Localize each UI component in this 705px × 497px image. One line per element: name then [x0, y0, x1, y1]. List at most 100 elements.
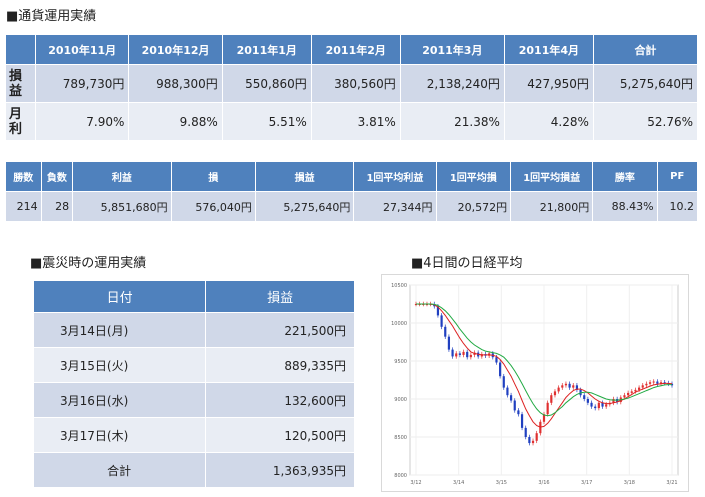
table-cell: 27,344円	[353, 191, 437, 222]
section-title-nikkei: ■4日間の日経平均	[411, 256, 523, 271]
value-cell: 132,600円	[205, 382, 355, 418]
column-header: 勝率	[592, 161, 658, 192]
x-tick-label: 3/17	[581, 480, 592, 486]
table-row: 214 28 5,851,680円 576,040円 5,275,640円 27…	[5, 191, 699, 222]
y-tick-label: 8000	[394, 473, 407, 479]
date-cell: 3月14日(月)	[32, 312, 207, 348]
total-label: 合計	[32, 452, 207, 488]
candle-body	[583, 395, 586, 399]
candle-body	[440, 315, 443, 327]
table-cell: 789,730円	[34, 64, 130, 103]
candle-body	[469, 354, 472, 358]
column-header: 2011年4月	[503, 34, 594, 65]
column-header: 2011年1月	[221, 34, 312, 65]
table-cell: 7.90%	[34, 102, 130, 141]
candle-body	[550, 395, 553, 403]
y-tick-label: 10500	[391, 283, 407, 289]
candle-body	[502, 376, 505, 388]
x-tick-label: 3/15	[496, 480, 507, 486]
date-cell: 3月17日(木)	[32, 417, 207, 453]
candle-body	[553, 391, 557, 396]
table-cell: 380,560円	[310, 64, 401, 103]
table-row: 3月16日(水) 132,600円	[32, 382, 355, 418]
table-cell: 214	[5, 191, 42, 222]
candle-body	[656, 381, 659, 384]
trade-summary-table: 勝数 負数 利益 損 損益 1回平均利益 1回平均損 1回平均損益 勝率 PF …	[5, 161, 699, 222]
candle-body	[499, 362, 502, 377]
x-tick-label: 3/18	[624, 480, 635, 486]
candle-body	[605, 404, 608, 407]
total-row: 合計 1,363,935円	[32, 452, 355, 488]
table-header-row: 勝数 負数 利益 損 損益 1回平均利益 1回平均損 1回平均損益 勝率 PF	[5, 161, 699, 192]
monthly-results-table: 2010年11月 2010年12月 2011年1月 2011年2月 2011年3…	[5, 34, 699, 141]
x-tick-label: 3/14	[453, 480, 464, 486]
candle-body	[648, 382, 652, 384]
column-header: 利益	[72, 161, 172, 192]
table-row: 3月14日(月) 221,500円	[32, 312, 355, 348]
candle-body	[451, 349, 454, 357]
nikkei-chart-svg: 10500 10000 9500 9000 8500 80003/12 3/14 3/15 3/…	[391, 283, 679, 486]
table-cell: 21,800円	[510, 191, 594, 222]
candle-body	[652, 381, 655, 383]
table-row: 3月17日(木) 120,500円	[32, 417, 355, 453]
candle-body	[634, 389, 637, 392]
y-tick-label: 9000	[394, 397, 407, 403]
column-header: 負数	[40, 161, 74, 192]
row-header: 月利	[5, 102, 36, 141]
column-header: 1回平均損	[435, 161, 512, 192]
candle-body	[568, 383, 571, 388]
candle-body	[557, 387, 560, 392]
candle-body	[524, 427, 527, 437]
x-tick-label: 3/16	[538, 480, 549, 486]
candle-body	[546, 402, 549, 415]
x-tick-label: 3/21	[666, 480, 677, 486]
table-cell: 4.28%	[503, 102, 594, 141]
x-tick-label: 3/12	[410, 480, 421, 486]
value-cell: 221,500円	[205, 312, 355, 348]
candle-body	[637, 387, 641, 390]
table-cell: 427,950円	[503, 64, 594, 103]
candle-body	[594, 406, 597, 409]
table-cell: 88.43%	[592, 191, 658, 222]
candle-body	[513, 400, 516, 411]
table-cell: 5,275,640円	[254, 191, 355, 222]
daily-results-table: 日付 損益 3月14日(月) 221,500円 3月15日(火) 889,335…	[32, 280, 355, 488]
corner-cell	[5, 34, 36, 65]
column-header: 合計	[592, 34, 699, 65]
table-cell: 28	[40, 191, 74, 222]
row-header: 損益	[5, 64, 36, 103]
candle-body	[506, 387, 509, 396]
table-cell: 550,860円	[221, 64, 312, 103]
table-header-row: 日付 損益	[32, 280, 355, 313]
y-tick-label: 8500	[394, 435, 407, 441]
candle-body	[531, 440, 535, 444]
candle-body	[572, 385, 575, 388]
column-header: 損益	[254, 161, 355, 192]
value-cell: 889,335円	[205, 347, 355, 383]
section-title-fx: ■通貨運用実績	[6, 9, 97, 24]
candle-body	[462, 351, 465, 355]
candle-body	[627, 392, 630, 396]
candle-body	[641, 385, 644, 388]
column-header: 1回平均損益	[510, 161, 594, 192]
candle-body	[590, 402, 593, 407]
table-cell: 5.51%	[221, 102, 312, 141]
section-title-earthquake: ■震災時の運用実績	[30, 256, 147, 271]
candle-body	[455, 353, 458, 357]
column-header: PF	[656, 161, 699, 192]
column-header: 2011年2月	[310, 34, 401, 65]
column-header: 日付	[32, 280, 207, 313]
candle-body	[535, 433, 538, 441]
total-value: 1,363,935円	[205, 452, 355, 488]
table-cell: 988,300円	[128, 64, 223, 103]
column-header: 損益	[205, 280, 355, 313]
y-tick-label: 10000	[391, 321, 407, 327]
table-cell: 5,275,640円	[592, 64, 699, 103]
table-cell: 3.81%	[310, 102, 401, 141]
candle-body	[458, 353, 461, 355]
column-header: 損	[170, 161, 256, 192]
table-row-monthly-rate: 月利 7.90% 9.88% 5.51% 3.81% 21.38% 4.28% …	[5, 102, 699, 141]
candle-body	[561, 385, 564, 388]
table-row: 3月15日(火) 889,335円	[32, 347, 355, 383]
date-cell: 3月15日(火)	[32, 347, 207, 383]
